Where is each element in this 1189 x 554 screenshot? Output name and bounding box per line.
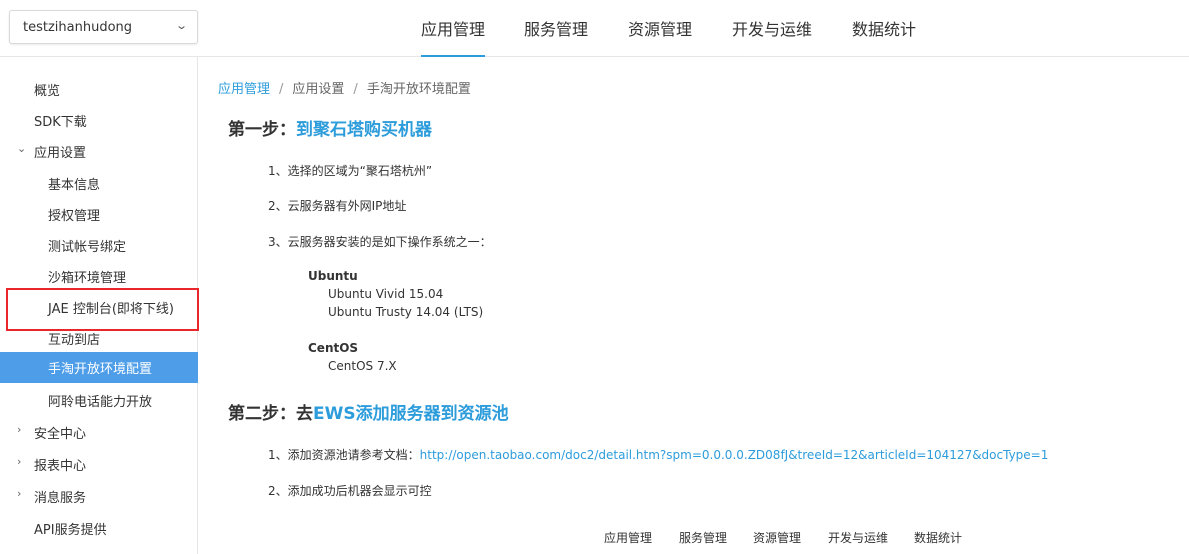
sidebar-item-authorization[interactable]: 授权管理 <box>0 202 198 226</box>
sidebar-item-security-center[interactable]: › 安全中心 <box>0 420 198 444</box>
sidebar-item-label: 手淘开放环境配置 <box>48 362 153 377</box>
sidebar-item-label: 基本信息 <box>48 178 101 193</box>
step1-heading: 第一步：到聚石塔购买机器 <box>228 115 432 140</box>
top-bar: testzihanhudong ⌄ 应用管理 服务管理 资源管理 开发与运维 数… <box>0 0 1189 57</box>
app-selector-value: testzihanhudong <box>23 20 133 35</box>
step2-title: EWS添加服务器到资源池 <box>313 404 509 424</box>
step2-item-2: 2、添加成功后机器会显示可控 <box>268 484 432 498</box>
os-ubuntu-version: Ubuntu Trusty 14.04 (LTS) <box>328 305 484 319</box>
sidebar-item-label: 安全中心 <box>34 427 87 442</box>
step2-heading: 第二步：去EWS添加服务器到资源池 <box>228 399 509 424</box>
footer-link-service-management[interactable]: 服务管理 <box>679 529 727 546</box>
breadcrumb: 应用管理 / 应用设置 / 手淘开放环境配置 <box>218 78 471 97</box>
sidebar-item-basic-info[interactable]: 基本信息 <box>0 171 198 195</box>
nav-tab-app-management[interactable]: 应用管理 <box>421 16 486 57</box>
sidebar-item-label: SDK下载 <box>34 115 87 130</box>
sidebar-item-label: 沙箱环境管理 <box>48 271 127 286</box>
chevron-right-icon: › <box>17 455 22 468</box>
footer-link-resource-management[interactable]: 资源管理 <box>753 529 801 546</box>
doc-link[interactable]: http://open.taobao.com/doc2/detail.htm?s… <box>420 448 1049 462</box>
sidebar-item-label: 授权管理 <box>48 209 101 224</box>
sidebar-item-phone-capability[interactable]: 阿聆电话能力开放 <box>0 388 198 412</box>
os-centos-heading: CentOS <box>308 341 359 355</box>
app-selector[interactable]: testzihanhudong ⌄ <box>9 10 198 44</box>
nav-tab-resource-management[interactable]: 资源管理 <box>628 16 692 57</box>
sidebar-item-label: 阿聆电话能力开放 <box>48 395 153 410</box>
step2-prefix: 第二步：去 <box>228 404 313 424</box>
nav-tab-data-statistics[interactable]: 数据统计 <box>852 16 916 57</box>
sidebar-item-label: 概览 <box>34 84 61 99</box>
breadcrumb-separator: / <box>279 82 284 97</box>
chevron-down-icon: ⌄ <box>17 142 27 155</box>
sidebar-item-label: 互动到店 <box>48 333 101 348</box>
breadcrumb-separator: / <box>353 82 358 97</box>
chevron-down-icon: ⌄ <box>174 19 188 32</box>
step2-item-1-text: 1、添加资源池请参考文档： <box>268 448 420 462</box>
step1-item-3: 3、云服务器安装的是如下操作系统之一： <box>268 235 492 249</box>
sidebar-item-app-settings[interactable]: ⌄ 应用设置 <box>0 139 198 163</box>
footer-link-dev-ops[interactable]: 开发与运维 <box>828 529 888 546</box>
sidebar-item-taobao-env-config[interactable]: 手淘开放环境配置 <box>0 352 198 383</box>
sidebar-item-sdk-download[interactable]: SDK下载 <box>0 108 198 132</box>
footer-link-app-management[interactable]: 应用管理 <box>604 529 652 546</box>
sidebar-item-message-service[interactable]: › 消息服务 <box>0 484 198 508</box>
sidebar-item-overview[interactable]: 概览 <box>0 77 198 101</box>
sidebar-item-report-center[interactable]: › 报表中心 <box>0 452 198 476</box>
step1-prefix: 第一步： <box>228 120 296 140</box>
sidebar-item-label: 报表中心 <box>34 459 87 474</box>
sidebar-item-label: JAE 控制台(即将下线) <box>48 302 174 317</box>
breadcrumb-current: 手淘开放环境配置 <box>366 82 471 97</box>
step1-item-1: 1、选择的区域为“聚石塔杭州” <box>268 164 433 178</box>
sidebar-item-sandbox-management[interactable]: 沙箱环境管理 <box>0 264 198 288</box>
os-centos-version: CentOS 7.X <box>328 359 397 373</box>
sidebar-item-interactive-store[interactable]: 互动到店 <box>0 326 198 350</box>
chevron-right-icon: › <box>17 487 22 500</box>
footer-link-data-statistics[interactable]: 数据统计 <box>914 529 962 546</box>
sidebar-item-test-account-binding[interactable]: 测试帐号绑定 <box>0 233 198 257</box>
sidebar-item-label: API服务提供 <box>34 523 107 538</box>
chevron-right-icon: › <box>17 423 22 436</box>
step1-title: 到聚石塔购买机器 <box>296 120 432 140</box>
nav-tab-service-management[interactable]: 服务管理 <box>524 16 588 57</box>
sidebar: 概览 SDK下载 ⌄ 应用设置 基本信息 授权管理 测试帐号绑定 沙箱环境管理 … <box>0 57 198 554</box>
os-ubuntu-version: Ubuntu Vivid 15.04 <box>328 287 444 301</box>
sidebar-item-api-service[interactable]: API服务提供 <box>0 516 198 540</box>
sidebar-item-label: 测试帐号绑定 <box>48 240 127 255</box>
sidebar-item-label: 应用设置 <box>34 146 87 161</box>
sidebar-item-jae-console[interactable]: JAE 控制台(即将下线) <box>0 295 198 319</box>
sidebar-item-label: 消息服务 <box>34 491 87 506</box>
nav-tab-dev-ops[interactable]: 开发与运维 <box>732 16 812 57</box>
os-ubuntu-heading: Ubuntu <box>308 269 358 283</box>
step2-item-1: 1、添加资源池请参考文档：http://open.taobao.com/doc2… <box>268 446 1048 463</box>
breadcrumb-app-management[interactable]: 应用管理 <box>218 82 270 97</box>
breadcrumb-app-settings[interactable]: 应用设置 <box>292 82 344 97</box>
step1-item-2: 2、云服务器有外网IP地址 <box>268 199 407 213</box>
